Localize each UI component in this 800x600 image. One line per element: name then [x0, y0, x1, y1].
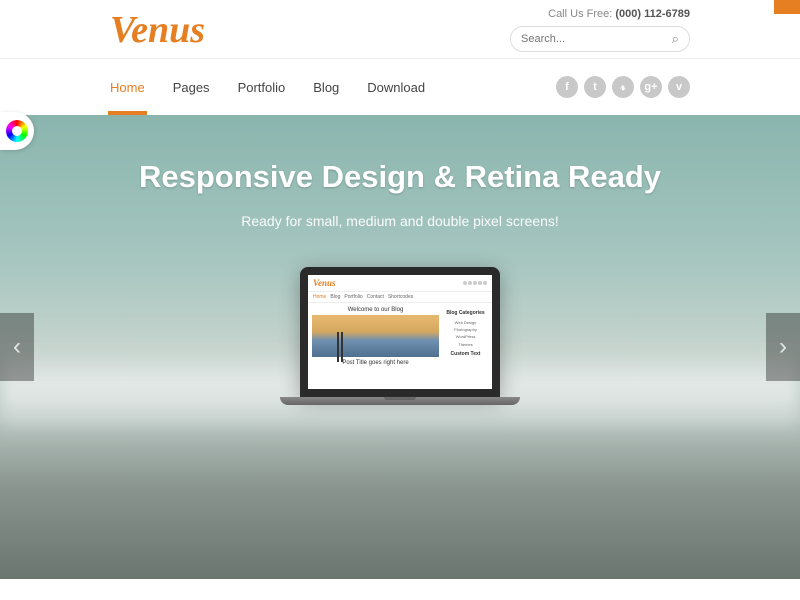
nav-menu: Home Pages Portfolio Blog Download [110, 60, 425, 115]
mini-side-item: Photography [443, 326, 488, 333]
mini-dot-icon [473, 281, 477, 285]
mini-dot-icon [463, 281, 467, 285]
chevron-left-icon: ‹ [13, 333, 21, 361]
laptop-screen: Venus Home Blog Portfolio Con [300, 267, 500, 397]
nav-item-home[interactable]: Home [110, 60, 145, 115]
mini-side-heading: Custom Text [443, 350, 488, 359]
topbar: Venus Call Us Free: (000) 112-6789 ⌕ [0, 0, 800, 58]
mini-post-image [312, 315, 439, 357]
mini-nav-item: Home [313, 294, 326, 300]
mini-side-item: Web Design [443, 319, 488, 326]
corner-tab[interactable] [774, 0, 800, 14]
hero-content: Responsive Design & Retina Ready Ready f… [0, 115, 800, 405]
mini-nav-item: Blog [330, 294, 340, 300]
phone-number: (000) 112-6789 [615, 8, 690, 20]
navbar: Home Pages Portfolio Blog Download f t 𝓻… [0, 59, 800, 115]
mini-nav-item: Contact [367, 294, 384, 300]
hero-slider: ‹ › Responsive Design & Retina Ready Rea… [0, 115, 800, 579]
mini-side-item: WordPress [443, 333, 488, 340]
chevron-right-icon: › [779, 333, 787, 361]
twitter-icon[interactable]: t [584, 76, 606, 98]
search-box[interactable]: ⌕ [510, 26, 690, 52]
laptop-mockup: Venus Home Blog Portfolio Con [280, 267, 520, 405]
mini-main: Welcome to our Blog Post Title goes righ… [312, 307, 439, 368]
call-free: Call Us Free: (000) 112-6789 [548, 8, 690, 20]
mini-social [463, 281, 487, 285]
nav-item-portfolio[interactable]: Portfolio [238, 60, 286, 115]
search-input[interactable] [521, 33, 672, 45]
mini-post-title: Post Title goes right here [312, 360, 439, 366]
mini-dot-icon [468, 281, 472, 285]
mini-dot-icon [478, 281, 482, 285]
nav-item-download[interactable]: Download [367, 60, 425, 115]
mini-nav-item: Portfolio [344, 294, 362, 300]
mini-welcome: Welcome to our Blog [312, 307, 439, 313]
call-label: Call Us Free: [548, 8, 615, 20]
nav-item-pages[interactable]: Pages [173, 60, 210, 115]
vimeo-icon[interactable]: v [668, 76, 690, 98]
search-icon[interactable]: ⌕ [672, 31, 679, 47]
mini-dot-icon [483, 281, 487, 285]
laptop-base [280, 397, 520, 405]
nav-item-blog[interactable]: Blog [313, 60, 339, 115]
mini-sidebar: Blog Categories Web Design Photography W… [443, 307, 488, 368]
hero-subtitle: Ready for small, medium and double pixel… [0, 213, 800, 229]
gplus-icon[interactable]: g+ [640, 76, 662, 98]
slider-next[interactable]: › [766, 313, 800, 381]
mini-body: Welcome to our Blog Post Title goes righ… [308, 303, 492, 372]
mini-logo: Venus [313, 278, 336, 288]
laptop-display: Venus Home Blog Portfolio Con [308, 275, 492, 389]
mini-side-item: Themes [443, 341, 488, 348]
mini-header: Venus [308, 275, 492, 292]
slider-prev[interactable]: ‹ [0, 313, 34, 381]
rss-icon[interactable]: 𝓻 [612, 76, 634, 98]
topbar-right: Call Us Free: (000) 112-6789 ⌕ [510, 8, 690, 52]
mini-side-heading: Blog Categories [443, 309, 488, 318]
mini-nav: Home Blog Portfolio Contact Shortcodes [308, 292, 492, 303]
color-wheel-icon [6, 120, 28, 142]
mini-nav-item: Shortcodes [388, 294, 413, 300]
social-icons: f t 𝓻 g+ v [556, 76, 690, 98]
facebook-icon[interactable]: f [556, 76, 578, 98]
logo[interactable]: Venus [110, 8, 205, 52]
hero-title: Responsive Design & Retina Ready [0, 159, 800, 195]
